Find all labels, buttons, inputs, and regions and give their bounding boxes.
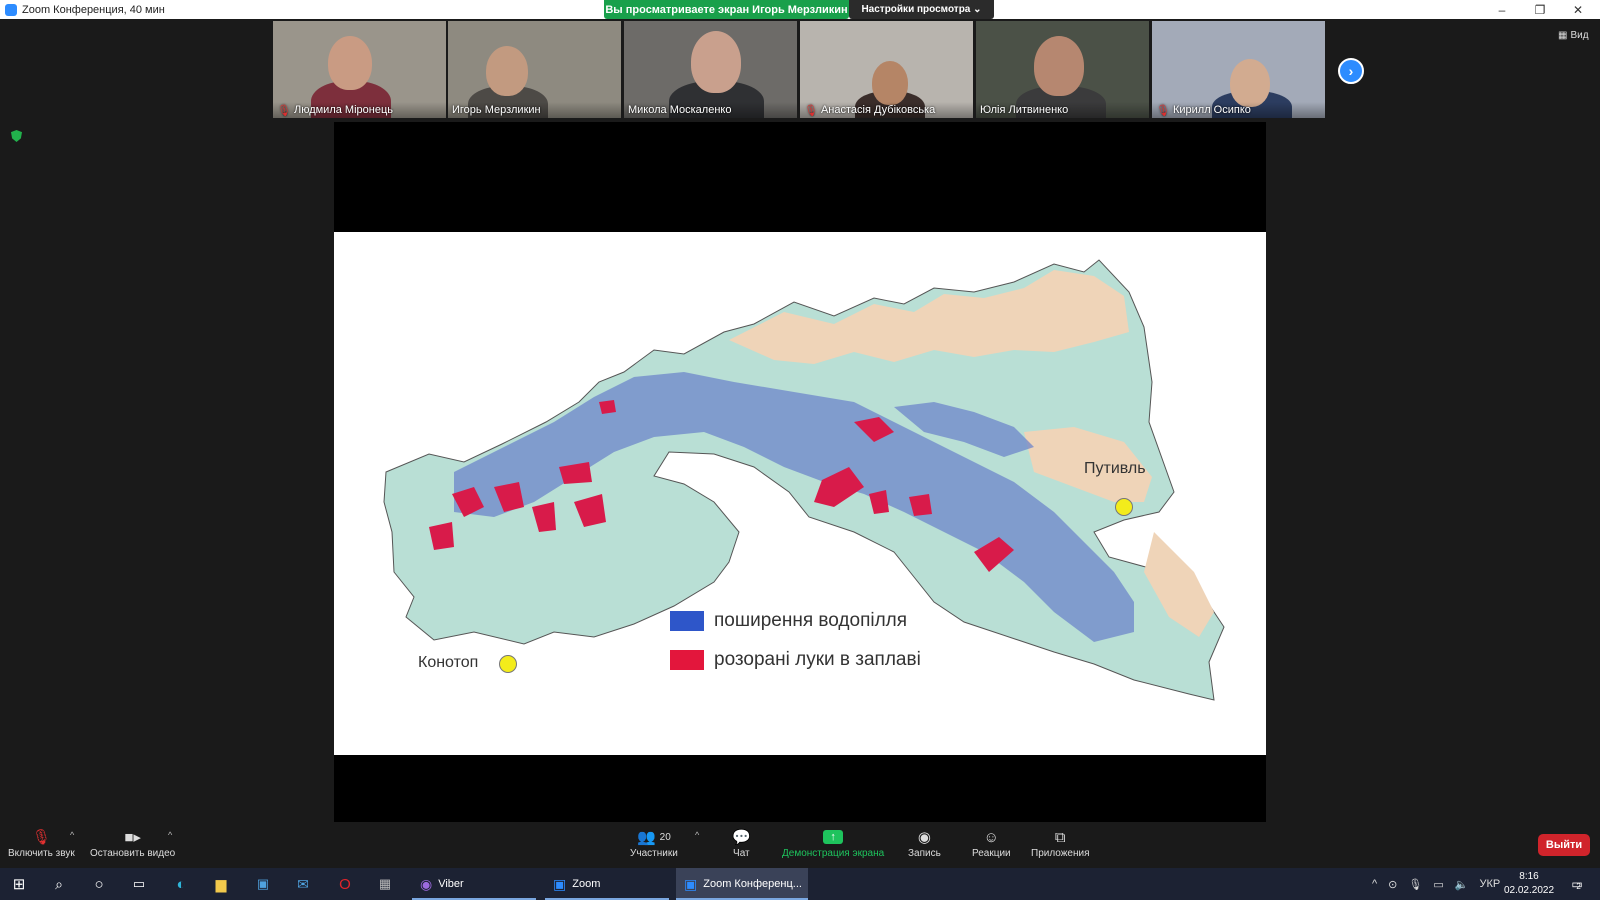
record-icon: ◉	[917, 829, 931, 846]
floodplain-map	[383, 259, 1225, 701]
apps-icon: ⧉	[1054, 828, 1066, 846]
network-icon[interactable]: ▭	[1433, 878, 1443, 891]
microphone-icon[interactable]: 🎙	[1408, 878, 1422, 891]
zoom-icon: ▣	[684, 875, 698, 892]
legend-item-water-spread: поширення водопілля	[670, 610, 907, 632]
windows-start-icon[interactable]: ⊞	[0, 868, 38, 900]
chat-button[interactable]: 💬 Чат	[732, 826, 751, 859]
clock-date: 02.02.2022	[1503, 885, 1555, 896]
participant-name: 🎙 Людмила Міронець	[273, 102, 446, 118]
audio-options-caret-icon[interactable]: ^	[70, 830, 74, 840]
next-page-arrow-icon[interactable]: ›	[1338, 58, 1364, 84]
taskbar-app-zoom-conference[interactable]: ▣ Zoom Конференц...	[676, 868, 808, 900]
person-head	[328, 36, 372, 90]
window-title: Zoom Конференция, 40 мин	[22, 3, 165, 16]
calculator-icon[interactable]: ▦	[366, 868, 404, 900]
participant-name: 🎙 Кирилл Осипко	[1152, 102, 1325, 118]
zoom-app-icon	[5, 3, 17, 16]
close-button[interactable]: ✕	[1560, 0, 1596, 19]
video-tile-active-speaker[interactable]: Игорь Мерзликин	[448, 21, 621, 118]
windows-taskbar: ⊞ ⌕ ○ ▭ ◐ ▆ ▣ ✉ O ▦ ◉ Viber ▣ Zoom ▣ Zoo…	[0, 868, 1600, 900]
meet-now-icon[interactable]: ⊙	[1388, 878, 1397, 891]
stop-video-button[interactable]: ■▸ Остановить видео	[90, 826, 175, 859]
store-icon[interactable]: ▣	[244, 868, 282, 900]
opera-browser-icon[interactable]: O	[326, 868, 364, 900]
legend-label: розорані луки в заплаві	[714, 649, 921, 670]
apps-button[interactable]: ⧉ Приложения	[1031, 826, 1090, 860]
screen-share-banner: Вы просматриваете экран Игорь Мерзликин	[604, 0, 849, 19]
smiley-plus-icon: ☺	[983, 828, 999, 846]
volume-icon[interactable]: 🔈	[1455, 878, 1469, 891]
participants-button[interactable]: 👥 20 Участники	[630, 826, 678, 859]
share-screen-button[interactable]: ↑ Демонстрация экрана	[782, 826, 884, 859]
person-head	[1230, 59, 1270, 107]
legend-label: поширення водопілля	[714, 610, 908, 631]
view-options-dropdown[interactable]: Настройки просмотра ⌄	[849, 0, 994, 19]
muted-mic-icon: 🎙	[1156, 104, 1170, 117]
zoom-icon: ▣	[553, 875, 567, 892]
video-tile[interactable]: Микола Москаленко	[624, 21, 797, 118]
edge-browser-icon[interactable]: ◐	[162, 868, 200, 900]
viber-icon: ◉	[420, 875, 433, 892]
participants-count: 20	[659, 831, 671, 843]
person-head	[486, 46, 528, 96]
system-tray: ^ ⊙ 🎙 ▭ 🔈 УКР	[1372, 868, 1500, 900]
file-explorer-icon[interactable]: ▆	[202, 868, 240, 900]
person-head	[691, 31, 741, 93]
video-tile[interactable]: 🎙 Анастасія Дубіковська	[800, 21, 973, 118]
muted-microphone-icon: 🎙	[31, 829, 51, 846]
video-camera-icon: ■▸	[124, 829, 141, 846]
record-button[interactable]: ◉ Запись	[908, 826, 941, 859]
participants-icon: 👥 20	[636, 829, 671, 846]
legend-item-plowed-meadows: розорані луки в заплаві	[670, 649, 921, 671]
participant-name: 🎙 Анастасія Дубіковська	[800, 102, 973, 118]
person-head	[1034, 36, 1084, 96]
presentation-slide: Путивль Конотоп поширення водопілля розо…	[334, 232, 1266, 755]
clock-time: 8:16	[1519, 871, 1539, 882]
taskbar-app-zoom[interactable]: ▣ Zoom	[545, 868, 669, 900]
video-tile[interactable]: 🎙 Кирилл Осипко	[1152, 21, 1325, 118]
participant-name: Микола Москаленко	[624, 102, 797, 118]
notification-center-icon[interactable]: ▭ 2	[1562, 868, 1592, 900]
unmute-button[interactable]: 🎙 Включить звук	[8, 826, 75, 859]
person-head	[872, 61, 908, 105]
participant-name: Игорь Мерзликин	[448, 102, 621, 118]
legend-swatch	[670, 611, 704, 631]
city-label-putyvl: Путивль	[1084, 460, 1146, 477]
taskbar-app-viber[interactable]: ◉ Viber	[412, 868, 536, 900]
minimize-button[interactable]: –	[1484, 0, 1520, 19]
share-screen-arrow-icon: ↑	[823, 826, 844, 848]
participant-name: Юлія Литвиненко	[976, 102, 1149, 118]
mail-icon[interactable]: ✉	[284, 868, 322, 900]
grid-icon: ▦	[1558, 30, 1568, 41]
video-tile[interactable]: 🎙 Людмила Міронець	[273, 21, 446, 118]
city-marker-putyvl	[1115, 498, 1133, 516]
video-tile[interactable]: Юлія Литвиненко	[976, 21, 1149, 118]
legend-swatch	[670, 650, 704, 670]
city-marker-konotop	[499, 655, 517, 673]
view-button[interactable]: ▦ Вид	[1558, 30, 1589, 41]
cortana-circle-icon[interactable]: ○	[80, 868, 118, 900]
city-label-konotop: Конотоп	[418, 654, 479, 671]
meeting-toolbar: 🎙 Включить звук ^ ■▸ Остановить видео ^ …	[0, 822, 1600, 868]
show-hidden-icons-caret-icon[interactable]: ^	[1372, 878, 1377, 890]
restore-button[interactable]: ❐	[1522, 0, 1558, 19]
search-icon[interactable]: ⌕	[40, 868, 78, 900]
notification-count: 2	[1576, 882, 1581, 891]
security-shield-icon[interactable]	[11, 130, 22, 142]
muted-mic-icon: 🎙	[804, 104, 818, 117]
video-options-caret-icon[interactable]: ^	[168, 830, 172, 840]
participants-options-caret-icon[interactable]: ^	[695, 830, 699, 840]
chat-bubble-icon: 💬	[732, 829, 751, 846]
taskbar-clock[interactable]: 8:16 02.02.2022	[1498, 870, 1560, 898]
muted-mic-icon: 🎙	[277, 104, 291, 117]
reactions-button[interactable]: ☺ Реакции	[972, 826, 1011, 860]
leave-meeting-button[interactable]: Выйти	[1538, 834, 1590, 856]
task-view-icon[interactable]: ▭	[120, 868, 158, 900]
